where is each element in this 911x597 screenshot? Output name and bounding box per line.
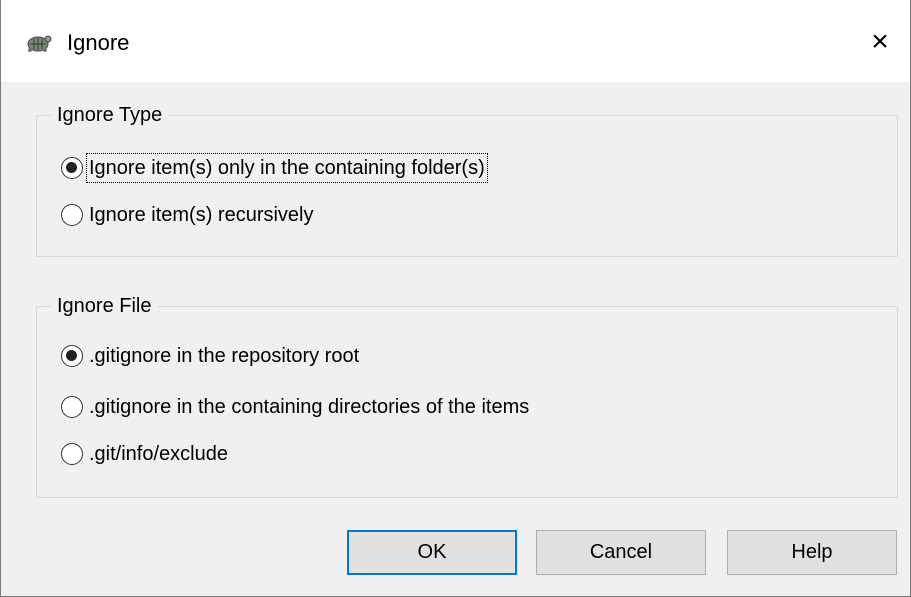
radio-label: .gitignore in the repository root bbox=[89, 345, 360, 367]
ignore-type-legend: Ignore Type bbox=[51, 102, 169, 128]
radio-label: Ignore item(s) only in the containing fo… bbox=[86, 153, 488, 183]
ignore-file-legend: Ignore File bbox=[51, 293, 158, 319]
ok-button[interactable]: OK bbox=[347, 530, 517, 575]
ignore-dialog: Ignore × Ignore Type Ignore item(s) only… bbox=[0, 0, 911, 597]
radio-gitignore-repo-root[interactable]: .gitignore in the repository root bbox=[61, 339, 361, 373]
radio-checked-icon bbox=[61, 345, 83, 367]
radio-unchecked-icon bbox=[61, 443, 83, 465]
radio-checked-icon bbox=[61, 157, 83, 179]
cancel-button[interactable]: Cancel bbox=[536, 530, 706, 575]
window-title: Ignore bbox=[67, 30, 130, 55]
radio-unchecked-icon bbox=[61, 396, 83, 418]
close-icon: × bbox=[871, 25, 889, 58]
close-button[interactable]: × bbox=[850, 12, 910, 72]
ignore-type-group: Ignore Type Ignore item(s) only in the c… bbox=[36, 102, 898, 257]
radio-label: .gitignore in the containing directories… bbox=[89, 396, 530, 418]
radio-gitignore-containing-dirs[interactable]: .gitignore in the containing directories… bbox=[61, 390, 531, 424]
radio-ignore-recursively[interactable]: Ignore item(s) recursively bbox=[61, 198, 316, 232]
title-bar: Ignore × bbox=[1, 0, 910, 82]
ignore-file-group: Ignore File .gitignore in the repository… bbox=[36, 293, 898, 498]
radio-unchecked-icon bbox=[61, 204, 83, 226]
tortoise-icon bbox=[25, 30, 53, 54]
radio-ignore-containing-folder[interactable]: Ignore item(s) only in the containing fo… bbox=[61, 151, 488, 185]
radio-label: .git/info/exclude bbox=[89, 443, 228, 465]
radio-label: Ignore item(s) recursively bbox=[89, 204, 314, 226]
radio-git-info-exclude[interactable]: .git/info/exclude bbox=[61, 437, 230, 471]
help-button[interactable]: Help bbox=[727, 530, 897, 575]
